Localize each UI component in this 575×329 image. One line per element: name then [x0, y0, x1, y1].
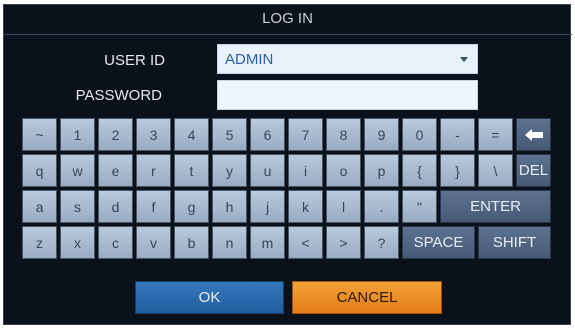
- keyboard-row-4: z x c v b n m < > ? SPACE SHIFT: [22, 226, 551, 259]
- key[interactable]: u: [250, 154, 285, 187]
- key[interactable]: j: [250, 190, 285, 223]
- key[interactable]: w: [60, 154, 95, 187]
- key[interactable]: i: [288, 154, 323, 187]
- key[interactable]: b: [174, 226, 209, 259]
- key[interactable]: 0: [402, 118, 437, 151]
- delete-key[interactable]: DEL: [516, 154, 551, 187]
- user-id-label: USER ID: [104, 52, 165, 69]
- ok-button[interactable]: OK: [135, 281, 284, 314]
- enter-key[interactable]: ENTER: [440, 190, 551, 223]
- key[interactable]: y: [212, 154, 247, 187]
- key[interactable]: p: [364, 154, 399, 187]
- key[interactable]: 5: [212, 118, 247, 151]
- key[interactable]: x: [60, 226, 95, 259]
- key[interactable]: a: [22, 190, 57, 223]
- key[interactable]: k: [288, 190, 323, 223]
- key[interactable]: 6: [250, 118, 285, 151]
- key[interactable]: 3: [136, 118, 171, 151]
- on-screen-keyboard: ~ 1 2 3 4 5 6 7 8 9 0 - = q w e r t y u …: [22, 118, 551, 262]
- key[interactable]: c: [98, 226, 133, 259]
- key[interactable]: \: [478, 154, 513, 187]
- key[interactable]: ": [402, 190, 437, 223]
- key[interactable]: e: [98, 154, 133, 187]
- key[interactable]: {: [402, 154, 437, 187]
- key[interactable]: g: [174, 190, 209, 223]
- key[interactable]: z: [22, 226, 57, 259]
- password-label: PASSWORD: [75, 87, 162, 104]
- key[interactable]: -: [440, 118, 475, 151]
- key[interactable]: t: [174, 154, 209, 187]
- key[interactable]: }: [440, 154, 475, 187]
- backspace-icon: [524, 128, 543, 141]
- key[interactable]: d: [98, 190, 133, 223]
- key[interactable]: o: [326, 154, 361, 187]
- key[interactable]: f: [136, 190, 171, 223]
- user-id-select[interactable]: ADMIN: [217, 44, 478, 74]
- key[interactable]: =: [478, 118, 513, 151]
- key[interactable]: 1: [60, 118, 95, 151]
- dropdown-caret-icon: [460, 57, 468, 62]
- key[interactable]: h: [212, 190, 247, 223]
- key[interactable]: 2: [98, 118, 133, 151]
- key[interactable]: s: [60, 190, 95, 223]
- key[interactable]: q: [22, 154, 57, 187]
- key[interactable]: 7: [288, 118, 323, 151]
- backspace-key[interactable]: [516, 118, 551, 151]
- key[interactable]: v: [136, 226, 171, 259]
- dialog-title: LOG IN: [3, 3, 572, 35]
- key[interactable]: m: [250, 226, 285, 259]
- space-key[interactable]: SPACE: [402, 226, 475, 259]
- key[interactable]: .: [364, 190, 399, 223]
- shift-key[interactable]: SHIFT: [478, 226, 551, 259]
- keyboard-row-2: q w e r t y u i o p { } \ DEL: [22, 154, 551, 187]
- key[interactable]: 4: [174, 118, 209, 151]
- key[interactable]: n: [212, 226, 247, 259]
- key[interactable]: r: [136, 154, 171, 187]
- key[interactable]: ~: [22, 118, 57, 151]
- keyboard-row-1: ~ 1 2 3 4 5 6 7 8 9 0 - =: [22, 118, 551, 151]
- key[interactable]: 8: [326, 118, 361, 151]
- user-id-value: ADMIN: [225, 50, 274, 68]
- key[interactable]: 9: [364, 118, 399, 151]
- keyboard-row-3: a s d f g h j k l . " ENTER: [22, 190, 551, 223]
- cancel-button[interactable]: CANCEL: [292, 281, 442, 314]
- password-field[interactable]: [217, 80, 478, 110]
- key[interactable]: l: [326, 190, 361, 223]
- key[interactable]: <: [288, 226, 323, 259]
- key[interactable]: ?: [364, 226, 399, 259]
- key[interactable]: >: [326, 226, 361, 259]
